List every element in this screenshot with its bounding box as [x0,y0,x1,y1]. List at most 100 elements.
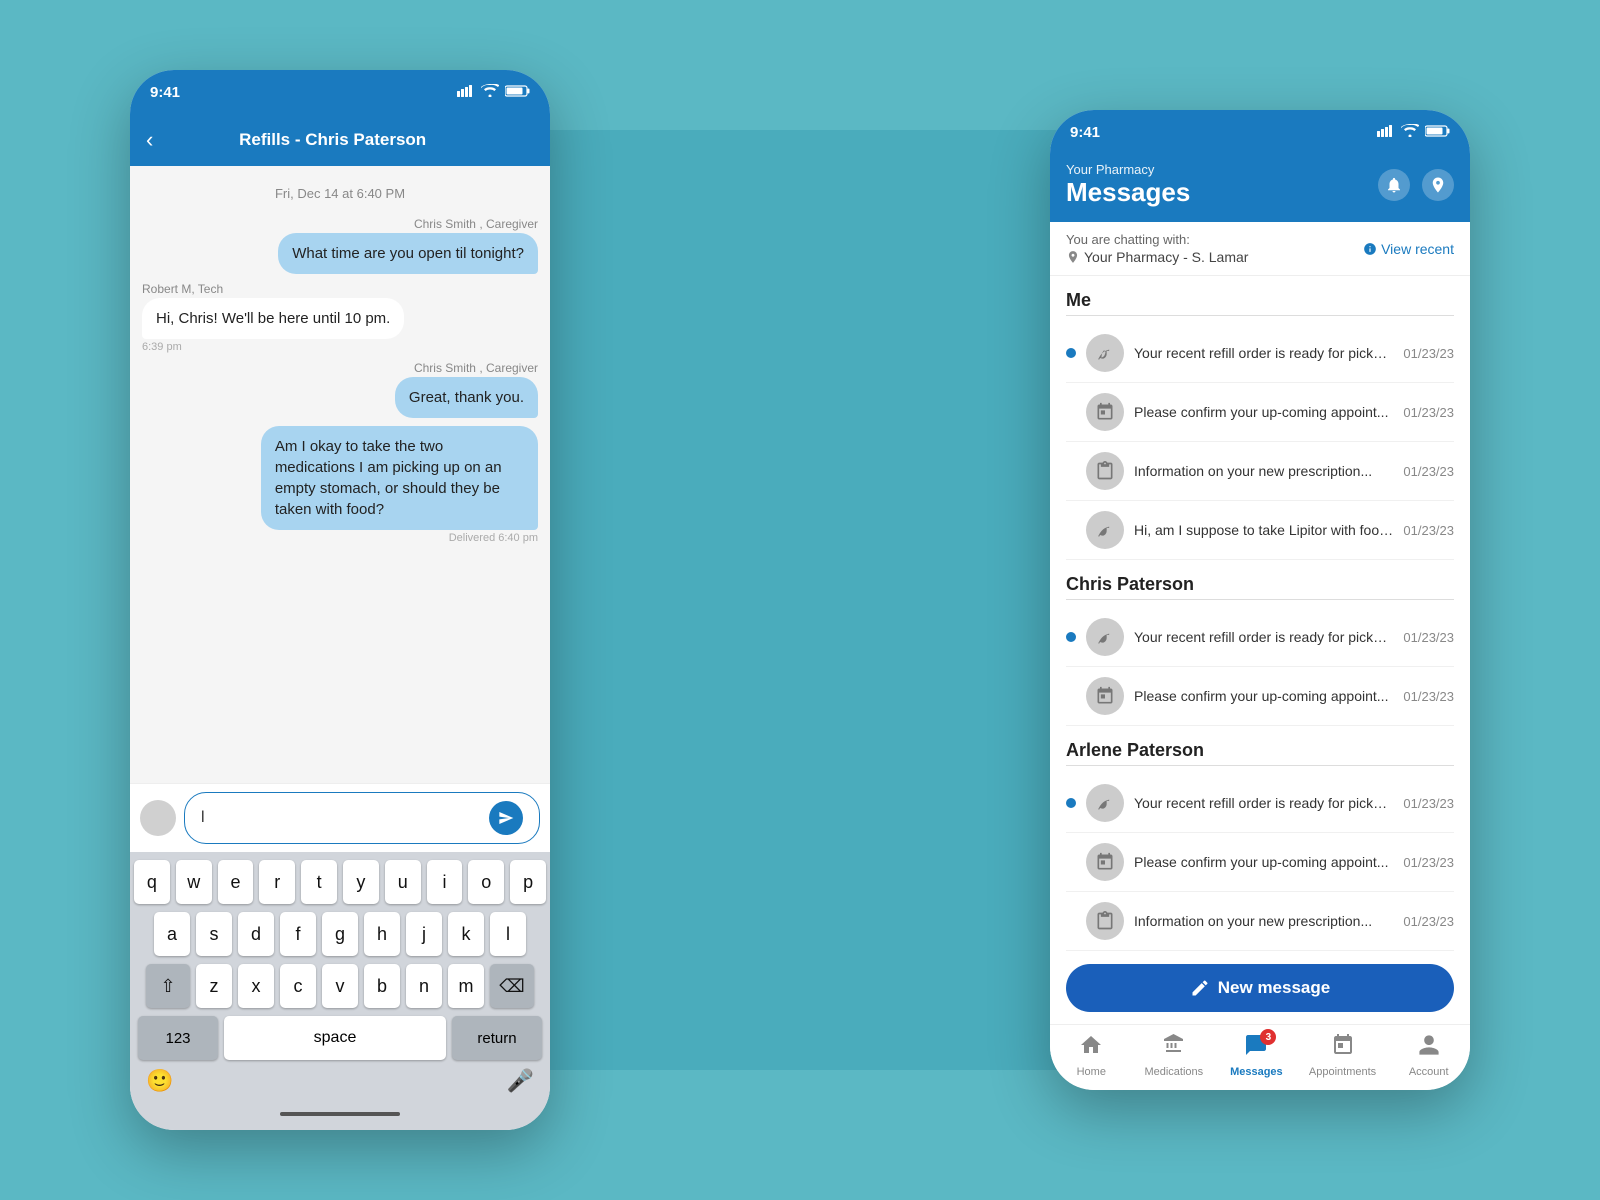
msg-group-1: Chris Smith , Caregiver What time are yo… [142,217,538,274]
key-c[interactable]: c [280,964,316,1008]
key-y[interactable]: y [343,860,379,904]
input-text: l [201,809,205,827]
person-name-arlene: Arlene Paterson [1066,740,1454,761]
avatar [140,800,176,836]
msg-date: 01/23/23 [1403,796,1454,811]
key-f[interactable]: f [280,912,316,956]
msg-group-4: Am I okay to take the two medications I … [142,426,538,544]
nav-appointments[interactable]: Appointments [1309,1033,1376,1078]
key-j[interactable]: j [406,912,442,956]
list-item[interactable]: Please confirm your up-coming appoint...… [1066,383,1454,442]
msg-text: Hi, am I suppose to take Lipitor with fo… [1134,522,1393,538]
key-k[interactable]: k [448,912,484,956]
divider-chris [1066,599,1454,600]
space-key[interactable]: space [224,1016,446,1060]
messages-badge: 3 [1260,1029,1276,1045]
read-dot [1066,691,1076,701]
mic-icon[interactable]: 🎤 [507,1068,534,1094]
msg-content: Please confirm your up-coming appoint... [1134,688,1393,704]
nav-medications[interactable]: Medications [1144,1033,1204,1078]
key-e[interactable]: e [218,860,254,904]
timestamp-2: 6:39 pm [142,341,538,353]
view-recent-button[interactable]: View recent [1363,241,1454,257]
msg-content: Your recent refill order is ready for pi… [1134,629,1393,645]
key-q[interactable]: q [134,860,170,904]
key-a[interactable]: a [154,912,190,956]
divider-me [1066,315,1454,316]
home-bar [280,1112,400,1116]
sender-1: Chris Smith , Caregiver [414,217,538,231]
key-g[interactable]: g [322,912,358,956]
key-l[interactable]: l [490,912,526,956]
text-input-box[interactable]: l [184,792,540,844]
home-icon [1079,1033,1103,1064]
person-name-me: Me [1066,290,1454,311]
key-i[interactable]: i [427,860,463,904]
list-item[interactable]: Please confirm your up-coming appoint...… [1066,833,1454,892]
return-key[interactable]: return [452,1016,542,1060]
key-r[interactable]: r [259,860,295,904]
key-u[interactable]: u [385,860,421,904]
keyboard-row-3: ⇧ z x c v b n m ⌫ [134,964,546,1008]
right-header: Your Pharmacy Messages [1050,154,1470,222]
section-arlene: Arlene Paterson Your recent refill order… [1066,740,1454,951]
key-z[interactable]: z [196,964,232,1008]
key-p[interactable]: p [510,860,546,904]
messages-title-row: Your Pharmacy Messages [1066,162,1454,208]
key-o[interactable]: o [468,860,504,904]
keyboard-emoji-row: 🙂 🎤 [134,1064,546,1102]
refill-icon-2 [1086,511,1124,549]
msg-bubble-2: Hi, Chris! We'll be here until 10 pm. [142,298,404,339]
key-w[interactable]: w [176,860,212,904]
key-n[interactable]: n [406,964,442,1008]
nav-medications-label: Medications [1144,1066,1203,1078]
pharmacy-label: Your Pharmacy [1066,162,1190,177]
emoji-icon[interactable]: 🙂 [146,1068,173,1094]
key-x[interactable]: x [238,964,274,1008]
msg-text: Your recent refill order is ready for pi… [1134,345,1393,361]
chat-area: Fri, Dec 14 at 6:40 PM Chris Smith , Car… [130,166,550,783]
section-me: Me Your recent refill order is ready for… [1066,290,1454,560]
msg-date: 01/23/23 [1403,630,1454,645]
key-m[interactable]: m [448,964,484,1008]
msg-content: Please confirm your up-coming appoint... [1134,854,1393,870]
backspace-key[interactable]: ⌫ [490,964,534,1008]
clipboard-icon [1086,452,1124,490]
key-s[interactable]: s [196,912,232,956]
list-item[interactable]: Please confirm your up-coming appoint...… [1066,667,1454,726]
msg-content: Information on your new prescription... [1134,913,1393,929]
bell-button[interactable] [1378,169,1410,201]
list-item[interactable]: Your recent refill order is ready for pi… [1066,774,1454,833]
refill-icon-3 [1086,618,1124,656]
list-item[interactable]: Your recent refill order is ready for pi… [1066,324,1454,383]
location-button[interactable] [1422,169,1454,201]
key-b[interactable]: b [364,964,400,1008]
key-t[interactable]: t [301,860,337,904]
read-dot [1066,916,1076,926]
key-d[interactable]: d [238,912,274,956]
nav-account[interactable]: Account [1399,1033,1459,1078]
list-item[interactable]: Hi, am I suppose to take Lipitor with fo… [1066,501,1454,560]
msg-text: Information on your new prescription... [1134,913,1393,929]
nav-home[interactable]: Home [1061,1033,1121,1078]
numbers-key[interactable]: 123 [138,1016,218,1060]
new-message-button[interactable]: New message [1066,964,1454,1012]
list-item[interactable]: Your recent refill order is ready for pi… [1066,608,1454,667]
keyboard-row-2: a s d f g h j k l [134,912,546,956]
send-button[interactable] [489,801,523,835]
nav-messages-label: Messages [1230,1066,1283,1078]
key-v[interactable]: v [322,964,358,1008]
read-dot [1066,857,1076,867]
keyboard: q w e r t y u i o p a s d f g h j k l [130,852,550,1130]
back-button[interactable]: ‹ [146,127,153,153]
key-h[interactable]: h [364,912,400,956]
read-dot [1066,466,1076,476]
scene: 9:41 ‹ Refills - Chris Paterson Fri, Dec… [100,50,1500,1150]
list-item[interactable]: Information on your new prescription... … [1066,892,1454,951]
unread-dot-arlene [1066,798,1076,808]
nav-messages[interactable]: 3 Messages [1226,1033,1286,1078]
list-item[interactable]: Information on your new prescription... … [1066,442,1454,501]
shift-key[interactable]: ⇧ [146,964,190,1008]
refill-icon-4 [1086,784,1124,822]
msg-date: 01/23/23 [1403,855,1454,870]
